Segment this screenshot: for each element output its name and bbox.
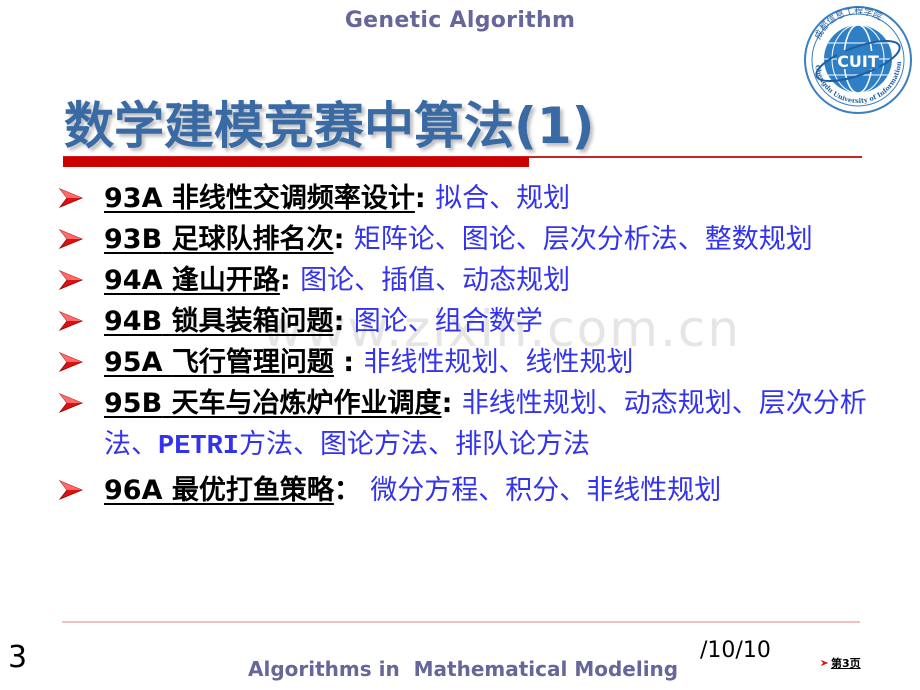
bottom-divider (62, 621, 860, 623)
page-link[interactable]: 第3页 (820, 655, 861, 671)
arrow-bullet-icon (58, 393, 84, 413)
problem-title: 93A 非线性交调频率设计 (104, 183, 415, 214)
list-item: 93A 非线性交调频率设计: 拟合、规划 (58, 178, 878, 219)
methods: 微分方程、积分、非线性规划 (370, 475, 722, 506)
problem-title: 93B 足球队排名次 (104, 224, 334, 255)
arrow-bullet-icon (820, 659, 829, 667)
problem-title: 95A 飞行管理问题 (104, 347, 334, 378)
separator: : (279, 265, 301, 296)
algorithm-list: 93A 非线性交调频率设计: 拟合、规划 93B 足球队排名次: 矩阵论、图论、… (58, 178, 878, 511)
problem-title: 94A 逢山开路 (104, 265, 280, 296)
slide-title: 数学建模竞赛中算法(1) (64, 97, 595, 155)
title-divider-bar (63, 157, 529, 167)
header-title: Genetic Algorithm (344, 8, 576, 33)
list-item: 94A 逢山开路: 图论、插值、动态规划 (58, 260, 878, 301)
methods: 拟合、规划 (435, 183, 571, 214)
problem-title: 95B 天车与冶炼炉作业调度 (104, 388, 442, 419)
problem-title: 94B 锁具装箱问题 (104, 306, 334, 337)
separator: : (333, 306, 354, 337)
arrow-bullet-icon (58, 229, 84, 249)
methods: 非线性规划、线性规划 (363, 347, 634, 378)
list-item: 95A 飞行管理问题 : 非线性规划、线性规划 (58, 342, 878, 383)
methods: 图论、组合数学 (353, 306, 543, 337)
list-item: 95B 天车与冶炼炉作业调度: 非线性规划、动态规划、层次分析法、PETRI方法… (58, 383, 878, 468)
logo-text: CUIT (837, 52, 879, 71)
page-number: 3 (8, 640, 28, 675)
separator: ： (333, 475, 371, 506)
list-item: 93B 足球队排名次: 矩阵论、图论、层次分析法、整数规划 (58, 219, 878, 260)
footer-title: Algorithms in Mathematical Modeling (248, 657, 679, 681)
page-link-label[interactable]: 第3页 (831, 655, 861, 671)
cuit-logo-icon: CUIT Chengdu University of Information T… (800, 0, 913, 115)
problem-title: 96A 最优打鱼策略 (104, 475, 334, 506)
methods: 图论、插值、动态规划 (300, 265, 571, 296)
arrow-bullet-icon (58, 480, 84, 500)
separator: : (414, 183, 436, 214)
methods: 矩阵论、图论、层次分析法、整数规划 (353, 224, 813, 255)
arrow-bullet-icon (58, 270, 84, 290)
separator: : (333, 224, 354, 255)
list-item: 94B 锁具装箱问题: 图论、组合数学 (58, 301, 878, 342)
arrow-bullet-icon (58, 188, 84, 208)
separator: : (441, 388, 462, 419)
date: /10/10 (700, 638, 771, 663)
list-item: 96A 最优打鱼策略： 微分方程、积分、非线性规划 (58, 470, 878, 511)
separator: : (333, 347, 364, 378)
arrow-bullet-icon (58, 352, 84, 372)
arrow-bullet-icon (58, 311, 84, 331)
